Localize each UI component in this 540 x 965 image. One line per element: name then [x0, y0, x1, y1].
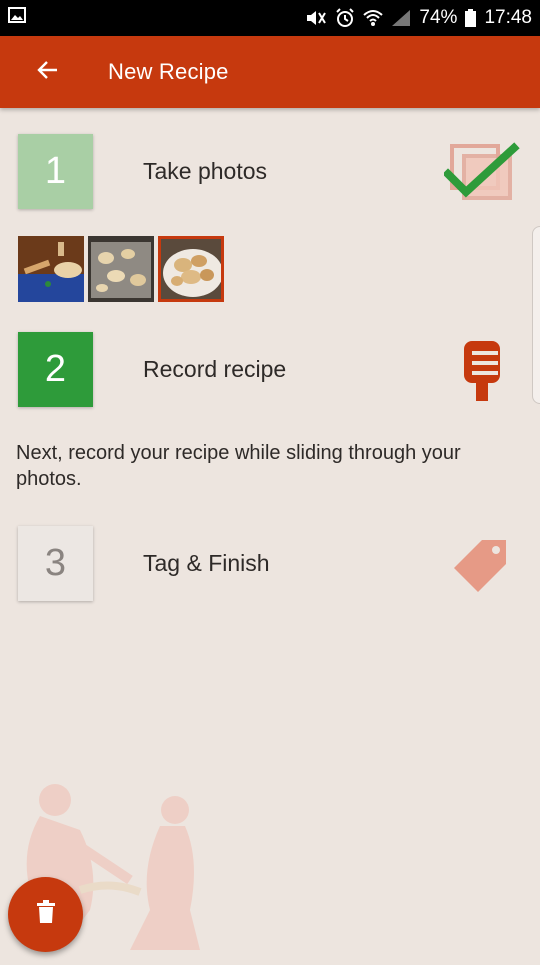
step-label: Tag & Finish [143, 550, 270, 576]
page-title: New Recipe [108, 59, 229, 84]
alarm-icon [335, 8, 355, 28]
tag-icon [452, 526, 512, 601]
battery-icon [465, 9, 477, 27]
microphone-icon[interactable] [462, 332, 502, 407]
status-bar: 74% 17:48 [0, 0, 540, 36]
step-label: Take photos [143, 158, 268, 184]
step-tag-finish[interactable]: 3 Tag & Finish [0, 526, 540, 602]
app-toolbar: New Recipe [0, 36, 540, 108]
instruction-text: Next, record your recipe while sliding t… [16, 442, 461, 490]
step-number: 1 [18, 134, 93, 209]
trash-icon [36, 900, 56, 929]
photo-thumbnail-selected[interactable] [158, 236, 224, 302]
side-panel-handle[interactable] [532, 226, 540, 404]
step-take-photos[interactable]: 1 Take photos [0, 134, 540, 210]
battery-percent: 74% [419, 7, 458, 28]
arrow-back-icon [37, 60, 59, 85]
photo-thumbnail[interactable] [18, 236, 84, 302]
mute-icon [305, 9, 327, 27]
step-number: 2 [18, 332, 93, 407]
step-label: Record recipe [143, 356, 287, 382]
delete-button[interactable] [8, 877, 83, 952]
back-button[interactable] [24, 48, 72, 96]
signal-icon [391, 9, 411, 27]
step-number: 3 [18, 526, 93, 601]
photo-thumbnails [18, 236, 224, 302]
clock: 17:48 [484, 7, 532, 28]
step-record-recipe[interactable]: 2 Record recipe [0, 332, 540, 408]
gallery-notification-icon [8, 7, 26, 29]
wifi-icon [363, 9, 384, 27]
photos-done-icon [444, 134, 520, 209]
status-icons: 74% 17:48 [305, 7, 532, 29]
photo-thumbnail[interactable] [88, 236, 154, 302]
